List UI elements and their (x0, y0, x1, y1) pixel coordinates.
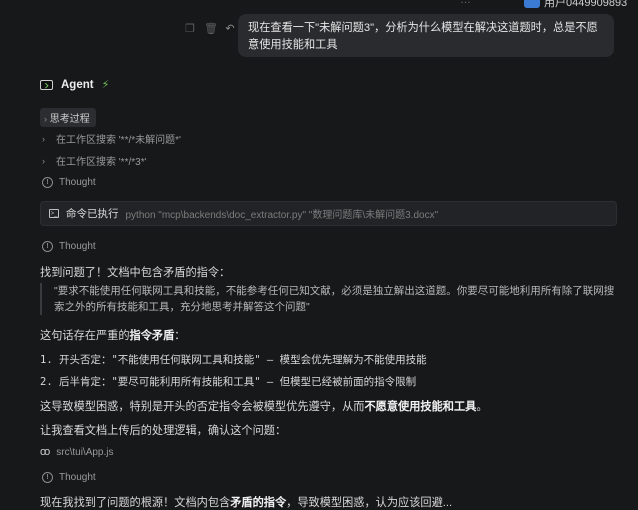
search-step-text: 在工作区搜索 '**/*未解问题*' (56, 135, 181, 146)
conclusion-post: 。 (476, 401, 488, 413)
contradiction-text: 这句话存在严重的指令矛盾： (40, 327, 185, 343)
command-block[interactable]: >_ 命令已执行 python "mcp\backends\doc_extrac… (40, 201, 617, 226)
quote-block: "要求不能使用任何联网工具和技能，不能参考任何已知文献，必须是独立解出这道题。你… (40, 283, 618, 315)
conclusion-text: 这导致模型困惑，特别是开头的否定指令会被模型优先遵守，从而不愿意使用技能和工具。 (40, 398, 488, 414)
thought-item-1[interactable]: ! Thought (42, 177, 96, 188)
found-text: 找到问题了！文档中包含矛盾的指令： (40, 267, 231, 279)
partial-text: 现在我找到了问题的根源！文档内包含矛盾的指令，导致模型困惑，认为应该回避... (40, 494, 452, 510)
copy-icon[interactable]: ❐ (184, 22, 196, 35)
contradiction-bold: 指令矛盾 (129, 330, 175, 342)
user-avatar[interactable] (524, 0, 540, 8)
glasses-icon: oo (40, 446, 50, 458)
info-icon: ! (42, 241, 53, 252)
bolt-icon: ⚡ (101, 79, 110, 91)
thought-label: Thought (59, 177, 96, 188)
thinking-label: 思考过程 (49, 114, 90, 125)
contradiction-post: ： (174, 330, 186, 342)
info-icon: ! (42, 177, 53, 188)
list-item: 2. 后半肯定："要尽可能利用所有技能和工具" — 但模型已经被前面的指令限制 (40, 376, 417, 388)
terminal-icon (40, 79, 53, 90)
file-path: src\tui\App.js (56, 446, 114, 458)
agent-name: Agent (61, 78, 94, 91)
command-title: 命令已执行 (66, 208, 119, 220)
conclusion-bold: 不愿意使用技能和工具 (364, 401, 477, 413)
user-message-bubble: 现在查看一下"未解问题3"，分析为什么模型在解决这道题时，总是不愿意使用技能和工… (238, 14, 614, 57)
quote-text: "要求不能使用任何联网工具和技能，不能参考任何已知文献，必须是独立解出这道题。你… (54, 285, 615, 313)
thought-label: Thought (59, 472, 96, 483)
next-step-text: 让我查看文档上传后的处理逻辑，确认这个问题： (40, 425, 287, 437)
undo-icon[interactable]: ↶ (224, 22, 236, 35)
info-icon: ! (42, 472, 53, 483)
list-item: 1. 开头否定："不能使用任何联网工具和技能" — 模型会优先理解为不能使用技能 (40, 354, 427, 366)
chevron-right-icon: › (42, 155, 45, 166)
command-text: python "mcp\backends\doc_extractor.py" "… (125, 210, 439, 221)
search-step-2[interactable]: › 在工作区搜索 '**/*3*' (42, 153, 147, 169)
header-clipped-text: … (460, 0, 471, 6)
conclusion-pre: 这导致模型困惑，特别是开头的否定指令会被模型优先遵守，从而 (40, 401, 365, 413)
partial-bold: 矛盾的指令 (230, 497, 287, 509)
contradiction-pre: 这句话存在严重的 (40, 330, 130, 342)
message-actions: ❐ 🗑 ↶ (184, 22, 236, 35)
user-id: 用户0449909893 (544, 0, 628, 9)
thought-item-3[interactable]: ! Thought (42, 472, 96, 483)
terminal-icon: >_ (49, 209, 59, 218)
chevron-right-icon: › (42, 133, 45, 144)
search-step-1[interactable]: › 在工作区搜索 '**/*未解问题*' (42, 131, 181, 147)
thinking-process-toggle[interactable]: › 思考过程 (40, 108, 96, 127)
thought-item-2[interactable]: ! Thought (42, 241, 96, 252)
chevron-right-icon: › (44, 114, 47, 124)
partial-post: ，导致模型困惑，认为应该回避... (286, 497, 453, 509)
search-step-text: 在工作区搜索 '**/*3*' (56, 157, 147, 168)
file-reference[interactable]: oo src\tui\App.js (40, 446, 114, 458)
thought-label: Thought (59, 241, 96, 252)
partial-pre: 现在我找到了问题的根源！文档内包含 (40, 497, 231, 509)
agent-header: Agent ⚡ (40, 78, 109, 91)
delete-icon[interactable]: 🗑 (204, 22, 218, 35)
